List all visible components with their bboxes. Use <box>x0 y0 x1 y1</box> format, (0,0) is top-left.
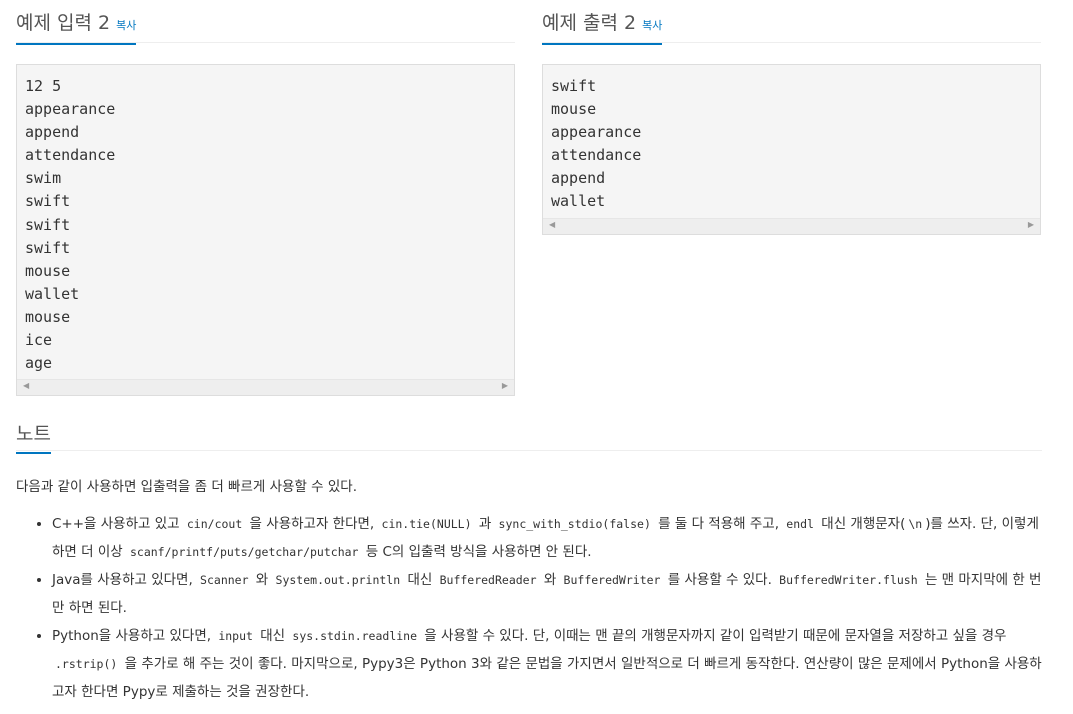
sample-output-section: 예제 출력 2 복사 swift mouse appearance attendanc… <box>542 0 1041 235</box>
note-text: Python을 사용하고 있다면, <box>52 628 216 644</box>
inline-code: scanf/printf/puts/getchar/putchar <box>129 545 359 559</box>
output-line: wallet <box>551 192 606 211</box>
input-line: mouse <box>25 261 71 280</box>
inline-code: BufferedReader <box>439 573 537 587</box>
input-line: swift <box>25 238 71 257</box>
output-line: appearance <box>551 123 642 142</box>
note-intro: 다음과 같이 사용하면 입출력을 좀 더 빠르게 사용할 수 있다. <box>16 479 357 495</box>
inline-code: \n <box>908 517 923 531</box>
inline-code: cin.tie(NULL) <box>381 517 472 531</box>
note-text: C++을 사용하고 있고 <box>52 516 184 532</box>
note-list-item: Python을 사용하고 있다면, input 대신 sys.stdin.rea… <box>52 622 1046 706</box>
note-text: 대신 개행문자( <box>816 516 906 532</box>
note-text: 을 사용하고자 한다면, <box>245 516 379 532</box>
inline-code: Scanner <box>200 573 249 587</box>
inline-code: BufferedWriter.flush <box>779 573 918 587</box>
note-text: 등 C의 입출력 방식을 사용하면 안 된다. <box>361 544 592 560</box>
input-line: age <box>25 354 53 373</box>
note-text: 를 사용할 수 있다. <box>663 572 777 588</box>
note-list: C++을 사용하고 있고 cin/cout 을 사용하고자 한다면, cin.t… <box>16 510 1046 706</box>
inline-code: System.out.println <box>275 573 401 587</box>
note-header: 노트 <box>16 412 1042 454</box>
input-line: wallet <box>25 284 80 303</box>
output-line: append <box>551 169 606 188</box>
note-title: 노트 <box>16 419 51 454</box>
input-line: append <box>25 123 80 142</box>
note-text: 대신 <box>255 628 290 644</box>
inline-code: cin/cout <box>186 517 243 531</box>
input-line: attendance <box>25 146 116 165</box>
scroll-right-arrow-icon[interactable]: ▶ <box>1028 220 1034 229</box>
sample-output-header: 예제 출력 2 복사 <box>542 0 1041 45</box>
note-text: 와 <box>251 572 273 588</box>
scroll-left-arrow-icon[interactable]: ◀ <box>549 220 555 229</box>
input-line: swift <box>25 192 71 211</box>
inline-code: .rstrip() <box>55 657 118 671</box>
input-line: ice <box>25 331 53 350</box>
sample-input-section: 예제 입력 2 복사 12 5 appearance append attendanc… <box>16 0 515 397</box>
input-line: appearance <box>25 100 116 119</box>
sample-output-box: swift mouse appearance attendance append wall… <box>542 64 1041 235</box>
note-text: Java를 사용하고 있다면, <box>52 572 198 588</box>
sample-output-title: 예제 출력 2 <box>542 12 637 34</box>
scroll-right-arrow-icon[interactable]: ▶ <box>502 381 508 390</box>
note-text: 을 사용할 수 있다. 단, 이때는 맨 끝의 개행문자까지 같이 입력받기 때… <box>420 628 1007 644</box>
note-text: 와 <box>539 572 561 588</box>
inline-code: input <box>218 629 253 643</box>
sample-input-title: 예제 입력 2 <box>16 12 111 34</box>
sample-input-text: 12 5 appearance append attendance swim swift s… <box>17 65 514 379</box>
note-text: 을 추가로 해 주는 것이 좋다. 마지막으로, Pypy3은 Python 3… <box>52 656 1042 700</box>
inline-code: sys.stdin.readline <box>292 629 418 643</box>
copy-output-button[interactable]: 복사 <box>642 17 662 33</box>
sample-output-text: swift mouse appearance attendance append wall… <box>543 65 1040 218</box>
note-list-item: Java를 사용하고 있다면, Scanner 와 System.out.pri… <box>52 566 1046 622</box>
output-horizontal-scrollbar[interactable]: ◀ ▶ <box>543 217 1040 234</box>
inline-code: BufferedWriter <box>563 573 661 587</box>
copy-input-button[interactable]: 복사 <box>116 17 136 33</box>
input-line: swift <box>25 215 71 234</box>
sample-input-header: 예제 입력 2 복사 <box>16 0 515 45</box>
note-body: 다음과 같이 사용하면 입출력을 좀 더 빠르게 사용할 수 있다. C++을 … <box>16 476 1046 706</box>
note-text: 대신 <box>403 572 437 588</box>
output-line: swift <box>551 77 597 95</box>
output-line: attendance <box>551 146 642 165</box>
input-line: 12 5 <box>25 77 62 95</box>
inline-code: endl <box>786 517 814 531</box>
input-line: swim <box>25 169 62 188</box>
sample-input-box: 12 5 appearance append attendance swim swift s… <box>16 64 515 397</box>
inline-code: sync_with_stdio(false) <box>498 517 651 531</box>
note-text: 과 <box>474 516 496 532</box>
scroll-left-arrow-icon[interactable]: ◀ <box>23 381 29 390</box>
note-list-item: C++을 사용하고 있고 cin/cout 을 사용하고자 한다면, cin.t… <box>52 510 1046 566</box>
input-horizontal-scrollbar[interactable]: ◀ ▶ <box>17 379 514 396</box>
note-text: 를 둘 다 적용해 주고, <box>653 516 784 532</box>
output-line: mouse <box>551 100 597 119</box>
input-line: mouse <box>25 307 71 326</box>
